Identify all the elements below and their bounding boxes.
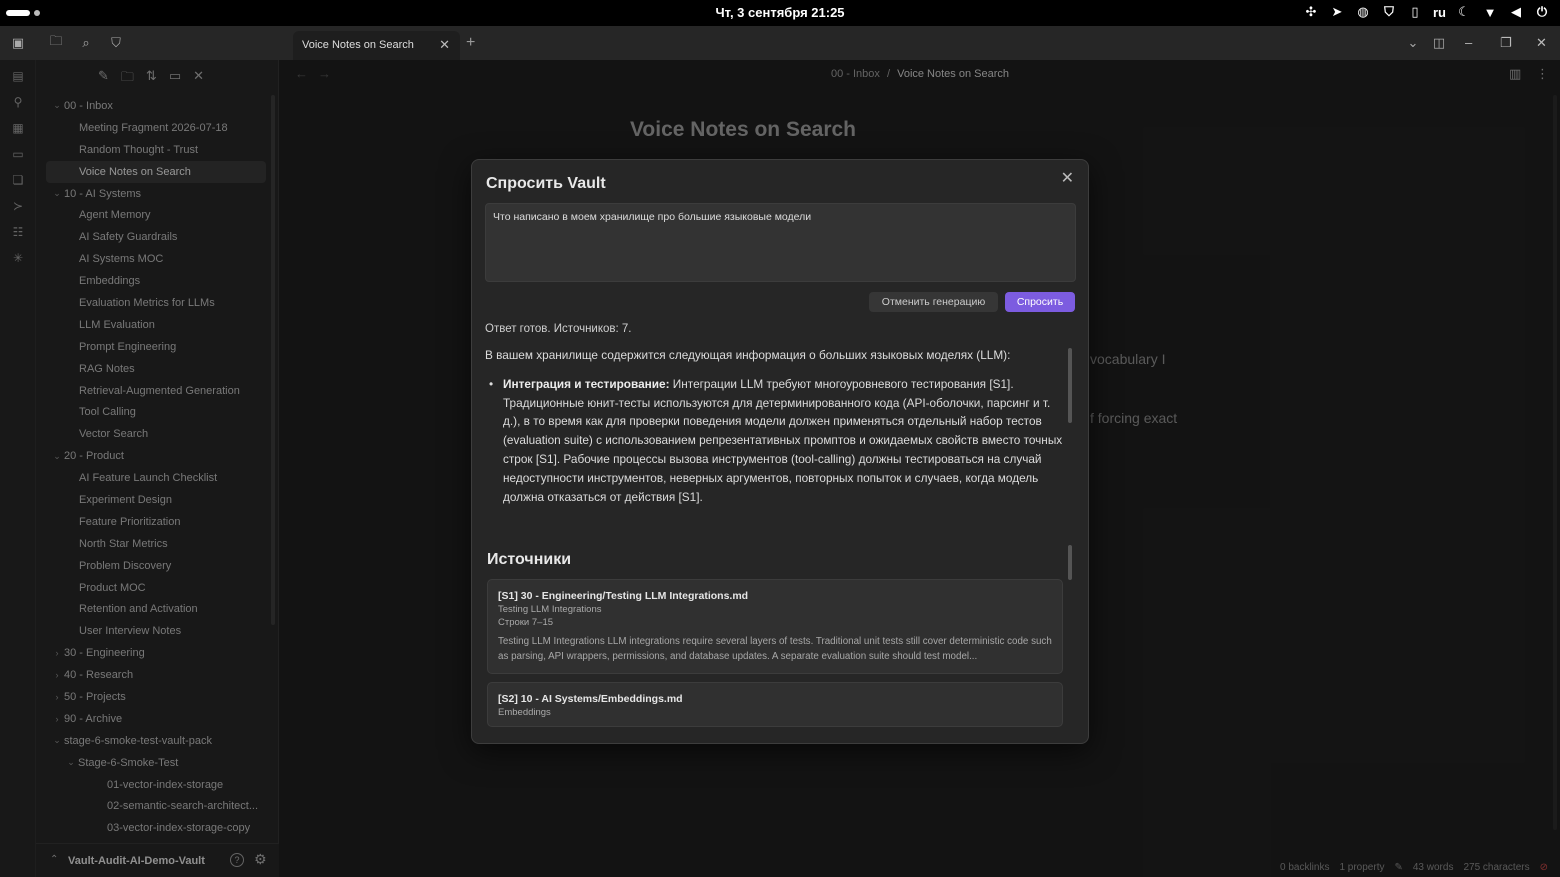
chevron-down-icon[interactable]: ⌄ — [1404, 34, 1422, 52]
answer-status: Ответ готов. Источников: 7. — [485, 323, 632, 335]
clipboard-icon[interactable]: ▯ — [1407, 4, 1423, 20]
new-tab-icon[interactable]: + — [466, 34, 475, 52]
ask-button[interactable]: Спросить — [1005, 292, 1075, 312]
wifi-icon[interactable]: ▼ — [1482, 5, 1498, 20]
shield-icon[interactable]: ⛉ — [1381, 4, 1397, 20]
tab-label: Voice Notes on Search — [302, 39, 414, 51]
keyboard-layout[interactable]: ru — [1433, 5, 1446, 20]
bookmark-icon[interactable]: ⛉ — [107, 34, 125, 52]
source-card[interactable]: [S2] 10 - AI Systems/Embeddings.md Embed… — [487, 681, 1063, 727]
sources-heading: Источники — [487, 551, 572, 568]
answer-bullet: Интеграция и тестирование: Интеграции LL… — [485, 375, 1065, 507]
cancel-generation-button[interactable]: Отменить генерацию — [869, 292, 998, 312]
question-input[interactable] — [485, 203, 1076, 282]
tab-voice-notes[interactable]: Voice Notes on Search ✕ — [293, 31, 460, 60]
sources-list: [S1] 30 - Engineering/Testing LLM Integr… — [487, 579, 1063, 731]
volume-icon[interactable]: ◀ — [1508, 4, 1524, 20]
source-title: Testing LLM Integrations — [498, 604, 602, 615]
answer-scrollbar[interactable] — [1068, 348, 1072, 423]
night-mode-icon[interactable]: ☾ — [1456, 4, 1472, 20]
bullet-text: Интеграции LLM требуют многоуровневого т… — [503, 376, 1063, 504]
tray-app-icon[interactable]: ✣ — [1303, 4, 1319, 20]
minimize-icon[interactable]: – — [1465, 35, 1472, 50]
answer-body: В вашем хранилище содержится следующая и… — [485, 346, 1065, 532]
power-icon[interactable]: ⏻ — [1534, 4, 1550, 20]
modal-title: Спросить Vault — [486, 175, 606, 192]
answer-intro: В вашем хранилище содержится следующая и… — [485, 348, 1011, 362]
source-card[interactable]: [S1] 30 - Engineering/Testing LLM Integr… — [487, 579, 1063, 674]
source-lines: Строки 7–15 — [498, 617, 554, 628]
close-tab-icon[interactable]: ✕ — [439, 37, 450, 53]
close-icon[interactable]: ✕ — [1061, 168, 1074, 188]
search-icon[interactable]: ⌕ — [77, 34, 95, 52]
source-snippet: Testing LLM Integrations LLM integration… — [498, 636, 1052, 663]
files-icon[interactable]: 🗀 — [47, 33, 65, 52]
ask-vault-modal: Спросить Vault ✕ Отменить генерацию Спро… — [471, 159, 1089, 744]
window-titlebar: ▣ 🗀 ⌕ ⛉ ⌄ ◫ — [0, 26, 1560, 60]
system-top-bar: Чт, 3 сентября 21:25 ✣ ➤ ◍ ⛉ ▯ ru ☾ ▼ ◀ … — [0, 0, 1560, 26]
source-heading[interactable]: [S1] 30 - Engineering/Testing LLM Integr… — [498, 590, 1052, 602]
right-sidebar-toggle-icon[interactable]: ◫ — [1430, 34, 1448, 52]
source-title: Embeddings — [498, 706, 551, 718]
close-window-icon[interactable]: ✕ — [1536, 35, 1547, 51]
bullet-heading: Интеграция и тестирование: — [503, 376, 670, 391]
system-tray: ✣ ➤ ◍ ⛉ ▯ ru ☾ ▼ ◀ ⏻ — [1303, 4, 1550, 20]
workspace-dot[interactable] — [34, 10, 40, 16]
sources-scrollbar[interactable] — [1068, 545, 1072, 580]
maximize-icon[interactable]: ❐ — [1500, 35, 1512, 51]
sidebar-toggle-icon[interactable]: ▣ — [9, 34, 27, 52]
steam-icon[interactable]: ◍ — [1355, 4, 1371, 20]
workspace-indicator[interactable] — [6, 10, 30, 16]
source-heading[interactable]: [S2] 10 - AI Systems/Embeddings.md — [498, 693, 1052, 705]
telegram-icon[interactable]: ➤ — [1329, 4, 1345, 20]
